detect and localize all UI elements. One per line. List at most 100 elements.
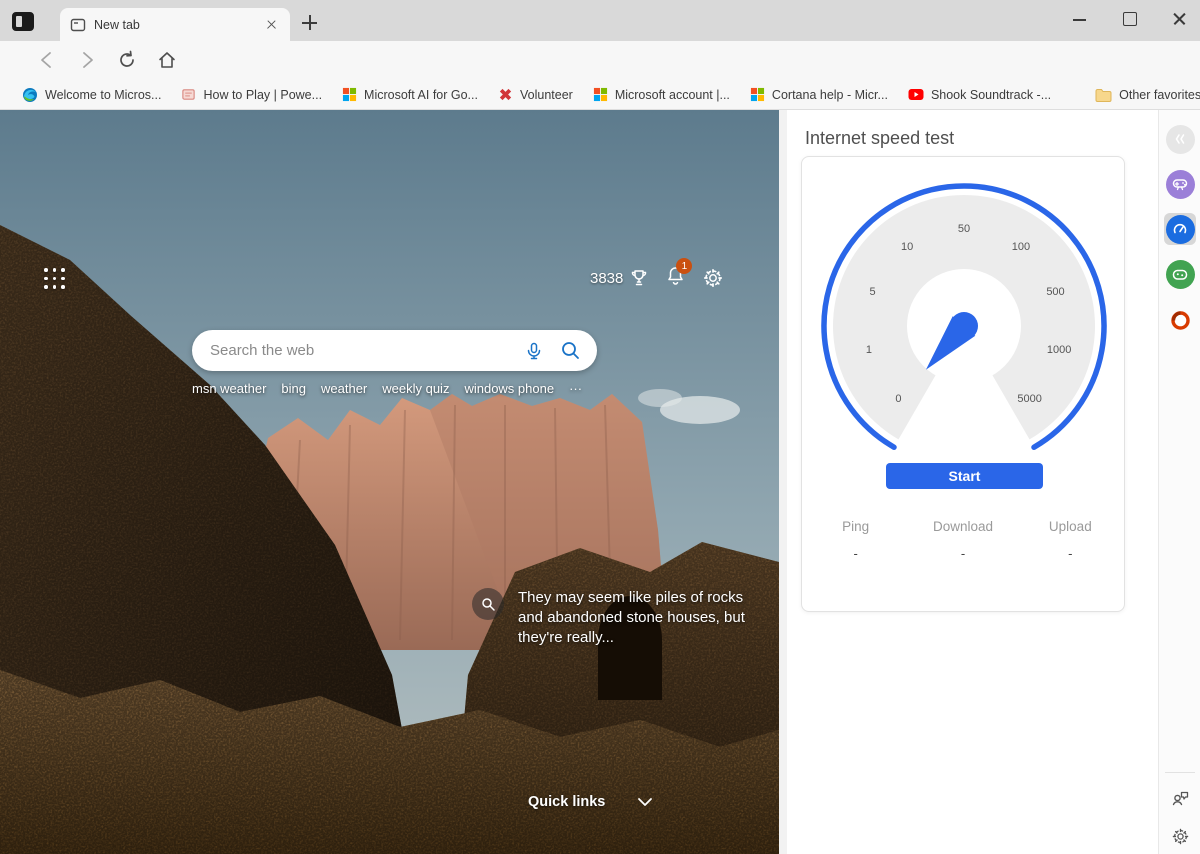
metric-ping: Ping - (802, 519, 909, 561)
bookmark-item[interactable]: Cortana help - Micr... (742, 84, 896, 105)
edge-favicon-icon (23, 87, 37, 102)
bookmark-item[interactable]: Volunteer (490, 84, 581, 105)
bookmark-item[interactable]: Microsoft account |... (585, 84, 738, 105)
forward-icon[interactable] (76, 49, 98, 71)
refresh-icon[interactable] (116, 49, 138, 71)
metric-download: Download - (909, 519, 1016, 561)
trending-item[interactable]: msn weather (192, 381, 266, 396)
panel-title: Internet speed test (805, 128, 955, 148)
microsoft-favicon-icon (342, 87, 357, 102)
background-caption[interactable]: They may seem like piles of rocks and ab… (472, 588, 772, 648)
sidebar-settings-button[interactable] (1164, 820, 1196, 852)
trending-item[interactable]: weather (321, 381, 367, 396)
minimize-button[interactable] (1068, 8, 1092, 30)
notifications-button[interactable]: 1 (665, 258, 693, 291)
browser-tab[interactable]: New tab (60, 8, 290, 41)
speed-test-card: 0 1 5 10 50 100 500 1000 5000 Start Ping… (801, 156, 1125, 612)
sidebar-collapse-button[interactable] (1164, 123, 1196, 155)
ntp-settings-gear-icon[interactable] (702, 267, 724, 289)
trending-item[interactable]: bing (281, 381, 306, 396)
back-icon[interactable] (36, 49, 58, 71)
titlebar: New tab (0, 0, 1200, 41)
metric-value: - (1068, 546, 1073, 561)
new-tab-page: 3838 1 Search the web msn weather bing w… (0, 110, 779, 854)
tab-close-icon[interactable] (264, 17, 280, 33)
bookmark-label: Volunteer (519, 87, 573, 102)
gauge-tick-label: 5000 (1017, 393, 1041, 405)
bookmark-item[interactable]: How to Play | Powe... (173, 84, 330, 105)
folder-icon (1095, 88, 1112, 102)
sidebar-feedback-button[interactable] (1164, 782, 1196, 814)
speed-test-icon (1173, 223, 1187, 234)
bookmark-label: Microsoft AI for Go... (364, 87, 478, 102)
tab-favicon-icon (70, 18, 86, 31)
gauge-tick-label: 10 (901, 241, 913, 253)
office-icon (1170, 310, 1190, 330)
speed-gauge: 0 1 5 10 50 100 500 1000 5000 (821, 183, 1107, 450)
chevron-down-icon (638, 798, 653, 806)
bookmark-label: Welcome to Micros... (45, 87, 162, 102)
gauge-tick-label: 5 (869, 286, 875, 298)
gauge-tick-label: 1000 (1047, 344, 1071, 356)
metric-label: Ping (842, 519, 870, 534)
collapse-chevrons-icon (1175, 134, 1185, 144)
sidebar-tool-speed-test[interactable] (1164, 213, 1196, 245)
background-photo (0, 110, 779, 854)
gauge-tick-label: 0 (895, 393, 901, 405)
other-favorites-label: Other favorites (1119, 87, 1200, 102)
caption-text: They may seem like piles of rocks and ab… (518, 589, 745, 646)
home-icon[interactable] (156, 49, 178, 71)
metric-upload: Upload - (1017, 519, 1124, 561)
other-favorites[interactable]: Other favorites (1087, 85, 1200, 105)
page-scrollbar[interactable] (779, 110, 787, 854)
tab-actions-menu-icon[interactable] (12, 12, 34, 31)
maximize-button[interactable] (1118, 8, 1142, 30)
notification-badge: 1 (676, 258, 693, 274)
volunteer-favicon-icon (499, 88, 512, 101)
bookmark-item[interactable]: Welcome to Micros... (14, 84, 169, 106)
sidebar-divider (1165, 772, 1195, 773)
metric-value: - (960, 546, 966, 561)
feedback-icon (1172, 791, 1188, 805)
doc-favicon-icon (182, 89, 196, 100)
games-icon (1172, 179, 1188, 191)
trending-item[interactable]: windows phone (464, 381, 554, 396)
sidebar-tool-games[interactable] (1164, 168, 1196, 200)
quick-links-toggle[interactable]: Quick links (528, 794, 653, 810)
web-search-box[interactable] (192, 330, 597, 371)
caption-search-icon[interactable] (472, 588, 504, 620)
metric-label: Upload (1048, 519, 1092, 534)
web-search-input[interactable] (210, 342, 524, 359)
page-layout-icon[interactable] (44, 268, 66, 290)
metric-value: - (853, 546, 858, 561)
tab-title: New tab (94, 17, 140, 32)
search-submit-icon[interactable] (560, 340, 581, 361)
trending-item[interactable]: weekly quiz (382, 381, 449, 396)
speed-test-panel: Internet speed test 0 1 5 10 50 100 500 … (787, 110, 1158, 854)
bookmark-label: Cortana help - Micr... (771, 87, 888, 102)
sidebar-tool-office[interactable] (1164, 304, 1196, 336)
rewards-points: 3838 (590, 269, 624, 287)
gauge-tick-label: 50 (958, 223, 970, 235)
gear-icon (1172, 828, 1188, 844)
voice-search-mic-icon[interactable] (524, 341, 544, 361)
start-test-button[interactable]: Start (886, 463, 1043, 489)
sidebar-tool-assistant[interactable] (1164, 258, 1196, 290)
microsoft-favicon-icon (750, 87, 764, 102)
edge-sidebar (1158, 110, 1200, 854)
bookmarks-bar: Welcome to Micros... How to Play | Powe.… (0, 80, 1200, 110)
rewards-counter[interactable]: 3838 (590, 268, 649, 288)
new-tab-button[interactable] (300, 13, 320, 33)
gauge-tick-label: 500 (1046, 286, 1064, 298)
metric-label: Download (932, 519, 994, 534)
bookmark-label: Microsoft account |... (614, 87, 730, 102)
toolbar: ⋯ (0, 41, 1200, 117)
quick-links-label: Quick links (528, 794, 606, 810)
gauge-tick-label: 100 (1012, 241, 1030, 253)
bookmark-item[interactable]: Microsoft AI for Go... (334, 84, 486, 105)
bookmark-item[interactable]: Shook Soundtrack -... (900, 85, 1059, 105)
rewards-trophy-icon (632, 270, 647, 286)
trending-more-icon[interactable]: ··· (569, 381, 582, 396)
gauge-tick-label: 1 (866, 344, 872, 356)
close-button[interactable] (1168, 8, 1192, 30)
